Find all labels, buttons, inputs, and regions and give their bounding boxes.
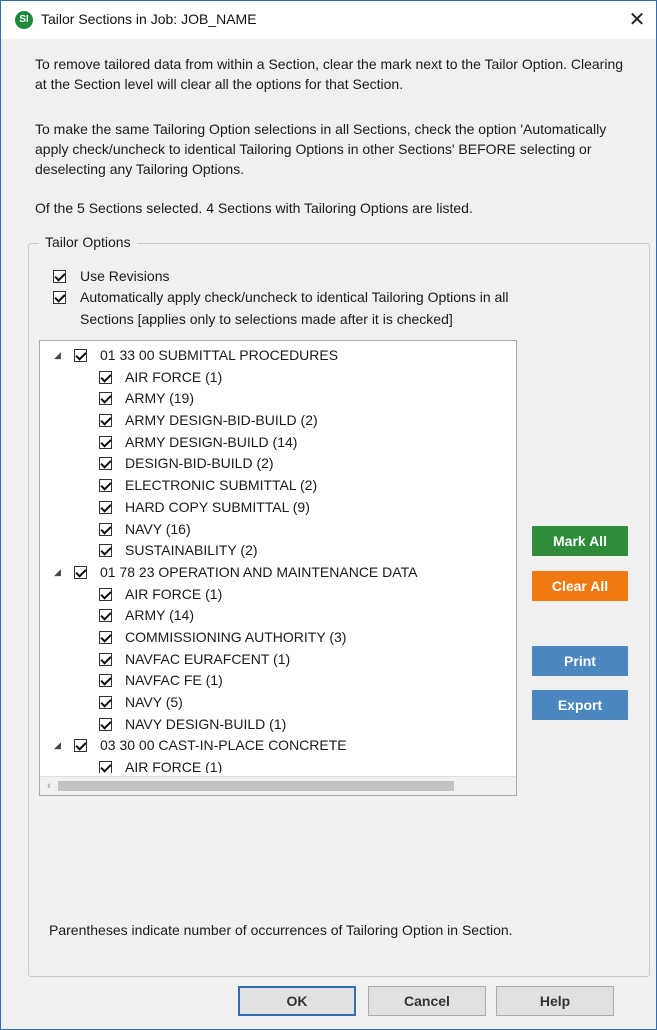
ok-button[interactable]: OK xyxy=(238,986,356,1016)
option-checkbox[interactable] xyxy=(99,457,112,471)
option-label: ARMY DESIGN-BID-BUILD (2) xyxy=(125,412,318,429)
option-label: NAVFAC FE (1) xyxy=(125,672,223,689)
export-button[interactable]: Export xyxy=(532,690,628,720)
section-checkbox[interactable] xyxy=(74,739,87,753)
section-label: 01 33 00 SUBMITTAL PROCEDURES xyxy=(100,347,339,363)
option-checkbox[interactable] xyxy=(99,587,112,601)
auto-apply-checkbox[interactable] xyxy=(53,291,66,304)
title-bar: SI Tailor Sections in Job: JOB_NAME ✕ xyxy=(1,1,656,39)
sections-tree[interactable]: ◢ 01 33 00 SUBMITTAL PROCEDURES AIR FORCE … xyxy=(39,340,517,796)
option-checkbox[interactable] xyxy=(99,500,112,514)
section-label: 01 78 23 OPERATION AND MAINTENANCE DATA xyxy=(100,563,418,580)
instruction-auto-apply: To make the same Tailoring Option select… xyxy=(35,121,607,177)
tree-option-row[interactable]: SUSTAINABILITY (2) xyxy=(40,540,516,562)
tree-list: ◢ 01 33 00 SUBMITTAL PROCEDURES AIR FORCE … xyxy=(40,345,516,773)
option-label: HARD COPY SUBMITTAL (9) xyxy=(125,498,310,515)
tree-option-row[interactable]: DESIGN-BID-BUILD (2) xyxy=(40,453,516,475)
option-checkbox[interactable] xyxy=(99,761,112,773)
option-label: AIR FORCE (1) xyxy=(125,759,223,773)
app-logo-icon: SI xyxy=(15,11,33,29)
option-label: AIR FORCE (1) xyxy=(125,368,223,385)
auto-apply-label-line1: Automatically apply check/uncheck to ide… xyxy=(80,289,509,305)
tree-option-row[interactable]: AIR FORCE (1) xyxy=(40,367,516,389)
option-checkbox[interactable] xyxy=(99,435,112,449)
clear-all-button[interactable]: Clear All xyxy=(532,571,628,601)
option-checkbox[interactable] xyxy=(99,414,112,428)
option-checkbox[interactable] xyxy=(99,522,112,536)
option-label: ARMY (14) xyxy=(125,607,194,624)
cancel-button[interactable]: Cancel xyxy=(368,986,486,1016)
tailor-options-label: Tailor Options xyxy=(39,234,137,250)
tree-option-row[interactable]: ARMY DESIGN-BUILD (14) xyxy=(40,432,516,454)
auto-apply-label-line2: Sections [applies only to selections mad… xyxy=(80,311,453,327)
expand-collapse-icon[interactable]: ◢ xyxy=(54,562,61,584)
parentheses-footnote: Parentheses indicate number of occurrenc… xyxy=(49,922,513,938)
option-label: DESIGN-BID-BUILD (2) xyxy=(125,455,274,472)
tree-option-row[interactable]: NAVY (5) xyxy=(40,692,516,714)
option-checkbox[interactable] xyxy=(99,370,112,384)
option-checkbox[interactable] xyxy=(99,609,112,623)
option-label: NAVY (5) xyxy=(125,694,183,710)
close-icon[interactable]: ✕ xyxy=(618,1,656,39)
section-label: 03 30 00 CAST-IN-PLACE CONCRETE xyxy=(100,737,347,754)
option-label: COMMISSIONING AUTHORITY (3) xyxy=(125,628,347,645)
option-label: NAVY DESIGN-BUILD (1) xyxy=(125,715,287,732)
sections-count-text: Of the 5 Sections selected. 4 Sections w… xyxy=(35,200,473,216)
tree-section-row[interactable]: ◢ 01 33 00 SUBMITTAL PROCEDURES xyxy=(40,345,516,367)
window-title: Tailor Sections in Job: JOB_NAME xyxy=(41,11,257,27)
tree-option-row[interactable]: NAVFAC FE (1) xyxy=(40,670,516,692)
section-checkbox[interactable] xyxy=(74,565,87,579)
help-button[interactable]: Help xyxy=(496,986,614,1016)
horizontal-scrollbar[interactable]: ‹ xyxy=(40,776,516,795)
option-label: NAVFAC EURAFCENT (1) xyxy=(125,650,291,667)
option-checkbox[interactable] xyxy=(99,544,112,558)
scrollbar-thumb[interactable] xyxy=(58,781,454,791)
option-checkbox[interactable] xyxy=(99,630,112,644)
option-label: AIR FORCE (1) xyxy=(125,585,223,602)
option-label: NAVY (16) xyxy=(125,520,191,537)
tree-option-row[interactable]: ARMY DESIGN-BID-BUILD (2) xyxy=(40,410,516,432)
use-revisions-checkbox[interactable] xyxy=(53,270,66,283)
tree-option-row[interactable]: AIR FORCE (1) xyxy=(40,757,516,773)
instruction-remove: To remove tailored data from within a Se… xyxy=(35,56,624,92)
tree-option-row[interactable]: ARMY (19) xyxy=(40,388,516,410)
option-checkbox[interactable] xyxy=(99,479,112,493)
expand-collapse-icon[interactable]: ◢ xyxy=(54,735,61,757)
tree-option-row[interactable]: ARMY (14) xyxy=(40,605,516,627)
option-checkbox[interactable] xyxy=(99,696,112,709)
option-label: ARMY (19) xyxy=(125,390,194,407)
expand-collapse-icon[interactable]: ◢ xyxy=(54,345,61,367)
option-label: ARMY DESIGN-BUILD (14) xyxy=(125,433,298,450)
option-label: SUSTAINABILITY (2) xyxy=(125,542,258,559)
use-revisions-label: Use Revisions xyxy=(80,268,170,284)
tree-option-row[interactable]: HARD COPY SUBMITTAL (9) xyxy=(40,497,516,519)
tree-section-row[interactable]: ◢ 03 30 00 CAST-IN-PLACE CONCRETE xyxy=(40,735,516,757)
section-checkbox[interactable] xyxy=(74,349,87,362)
print-button[interactable]: Print xyxy=(532,646,628,676)
mark-all-button[interactable]: Mark All xyxy=(532,526,628,556)
option-checkbox[interactable] xyxy=(99,392,112,406)
option-label: ELECTRONIC SUBMITTAL (2) xyxy=(125,477,318,494)
option-checkbox[interactable] xyxy=(99,717,112,731)
tree-option-row[interactable]: NAVFAC EURAFCENT (1) xyxy=(40,649,516,671)
scroll-left-icon[interactable]: ‹ xyxy=(42,777,56,795)
option-checkbox[interactable] xyxy=(99,674,112,688)
tree-section-row[interactable]: ◢ 01 78 23 OPERATION AND MAINTENANCE DATA xyxy=(40,562,516,584)
tree-option-row[interactable]: COMMISSIONING AUTHORITY (3) xyxy=(40,627,516,649)
tailor-sections-dialog: SI Tailor Sections in Job: JOB_NAME ✕ To… xyxy=(0,0,657,1030)
tree-option-row[interactable]: NAVY (16) xyxy=(40,519,516,541)
tree-option-row[interactable]: ELECTRONIC SUBMITTAL (2) xyxy=(40,475,516,497)
option-checkbox[interactable] xyxy=(99,652,112,666)
tree-option-row[interactable]: NAVY DESIGN-BUILD (1) xyxy=(40,714,516,736)
tree-option-row[interactable]: AIR FORCE (1) xyxy=(40,584,516,606)
